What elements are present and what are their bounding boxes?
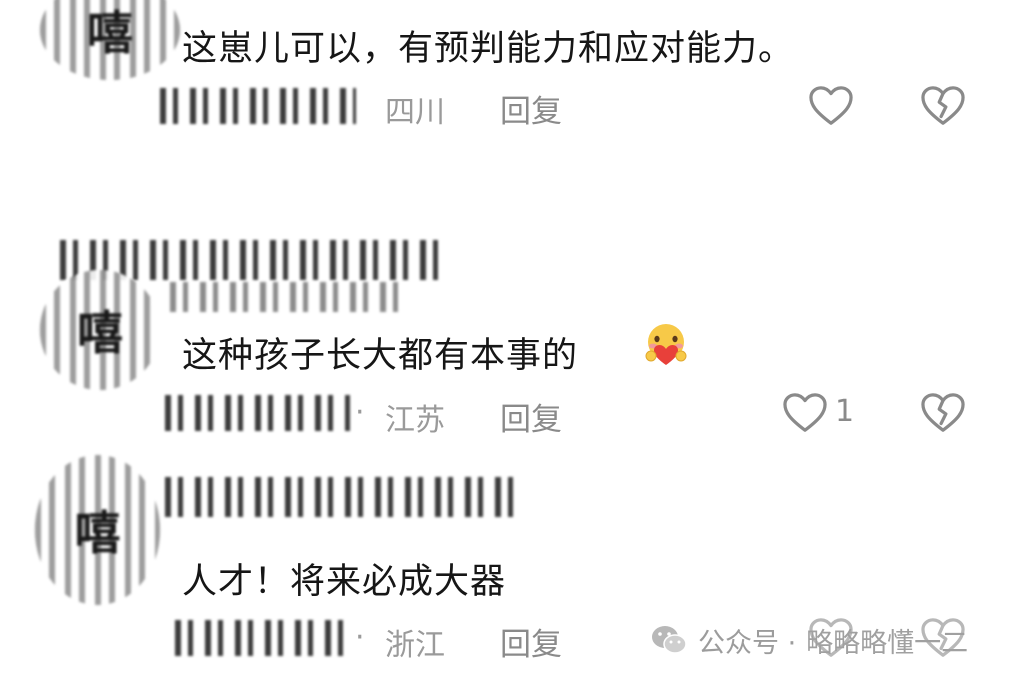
reply-button[interactable]: 回复 <box>500 86 562 131</box>
reply-button[interactable]: 回复 <box>500 619 562 664</box>
watermark-prefix: 公众号 · <box>698 627 797 659</box>
watermark-account: 略略略懂一二 <box>806 627 969 659</box>
username-redacted[interactable] <box>175 620 345 656</box>
comment-location: 江苏 <box>385 403 445 438</box>
heart-icon[interactable] <box>782 392 828 434</box>
avatar[interactable]: 嘻 <box>40 270 160 390</box>
reply-button[interactable]: 回复 <box>500 394 562 439</box>
hugging-heart-emoji-icon <box>645 324 687 365</box>
avatar[interactable]: 嘻 <box>35 455 160 605</box>
comment-location: 浙江 <box>385 628 445 663</box>
heart-icon[interactable] <box>808 85 854 127</box>
avatar-glyph: 嘻 <box>40 0 180 80</box>
avatar-glyph: 嘻 <box>35 455 160 605</box>
username-redacted[interactable] <box>165 395 350 431</box>
comment-text: 这种孩子长大都有本事的 <box>182 336 579 376</box>
comment-text: 这崽儿可以，有预判能力和应对能力。 <box>182 29 795 69</box>
location-separator: · <box>355 395 365 430</box>
wechat-icon <box>652 626 687 654</box>
watermark: 公众号 · 略略略懂一二 <box>650 620 968 660</box>
avatar-glyph: 嘻 <box>40 270 160 390</box>
username-redacted[interactable] <box>165 477 520 517</box>
username-redacted[interactable] <box>170 282 400 312</box>
avatar[interactable]: 嘻 <box>40 0 180 80</box>
location-separator: · <box>355 620 365 655</box>
broken-heart-icon[interactable] <box>920 392 966 434</box>
comment-location: 四川 <box>385 95 445 130</box>
comment-item: 嘻 这种孩子长大都有本事的 · 江苏 回复 1 <box>0 230 1024 440</box>
comment-text: 人才！将来必成大器 <box>182 562 507 602</box>
comment-item: 嘻 这崽儿可以，有预判能力和应对能力。 四川 回复 <box>0 0 1024 170</box>
username-redacted[interactable] <box>160 88 356 124</box>
broken-heart-icon[interactable] <box>920 85 966 127</box>
like-count: 1 <box>835 394 855 429</box>
